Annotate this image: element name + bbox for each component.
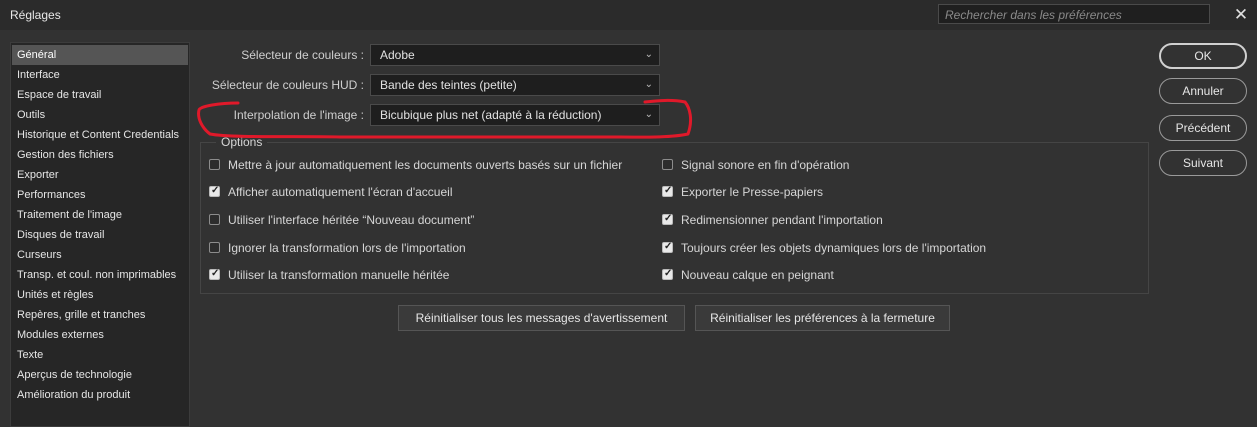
sidebar-item-scratch-disks[interactable]: Disques de travail	[12, 225, 188, 245]
hud-color-picker-value: Bande des teintes (petite)	[380, 78, 517, 92]
checkbox[interactable]: ✓	[662, 213, 673, 225]
sidebar-item-file-handling[interactable]: Gestion des fichiers	[12, 145, 188, 165]
sidebar-item-plugins[interactable]: Modules externes	[12, 325, 188, 345]
cancel-button[interactable]: Annuler	[1159, 78, 1247, 104]
options-legend: Options	[216, 135, 268, 149]
sidebar-item-general[interactable]: Général	[12, 45, 188, 65]
reset-warnings-button[interactable]: Réinitialiser tous les messages d'averti…	[398, 305, 685, 331]
check-icon: ✓	[211, 185, 220, 196]
sidebar-item-cursors[interactable]: Curseurs	[12, 245, 188, 265]
check-icon: ✓	[664, 185, 673, 196]
option-label: Exporter le Presse-papiers	[681, 185, 824, 199]
sidebar-item-workspace[interactable]: Espace de travail	[12, 85, 188, 105]
checkbox[interactable]: ✓	[662, 268, 673, 280]
preferences-dialog: Réglages Rechercher dans les préférences…	[0, 0, 1257, 427]
sidebar: Général Interface Espace de travail Outi…	[10, 42, 190, 427]
check-icon: ✓	[664, 268, 673, 279]
next-button[interactable]: Suivant	[1159, 150, 1247, 176]
search-input[interactable]: Rechercher dans les préférences	[938, 4, 1210, 24]
interpolation-select[interactable]: Bicubique plus net (adapté à la réductio…	[370, 104, 660, 126]
option-label: Nouveau calque en peignant	[681, 268, 834, 282]
sidebar-item-type[interactable]: Texte	[12, 345, 188, 365]
ok-button[interactable]: OK	[1159, 43, 1247, 69]
chevron-down-icon: ⌄	[644, 79, 653, 90]
sidebar-item-tech-previews[interactable]: Aperçus de technologie	[12, 365, 188, 385]
checkbox[interactable]: ✓	[209, 268, 220, 280]
sidebar-item-export[interactable]: Exporter	[12, 165, 188, 185]
check-icon: ✓	[664, 213, 673, 224]
sidebar-item-units[interactable]: Unités et règles	[12, 285, 188, 305]
chevron-down-icon: ⌄	[644, 109, 653, 120]
sidebar-item-transparency[interactable]: Transp. et coul. non imprimables	[12, 265, 188, 285]
color-picker-label: Sélecteur de couleurs :	[241, 48, 364, 62]
sidebar-item-history[interactable]: Historique et Content Credentials	[12, 125, 188, 145]
checkbox[interactable]: ✓	[209, 185, 220, 197]
sidebar-item-interface[interactable]: Interface	[12, 65, 188, 85]
checkbox[interactable]	[209, 159, 220, 170]
interpolation-value: Bicubique plus net (adapté à la réductio…	[380, 108, 602, 122]
previous-button[interactable]: Précédent	[1159, 115, 1247, 141]
close-icon[interactable]: ✕	[1231, 4, 1251, 26]
color-picker-select[interactable]: Adobe ⌄	[370, 44, 660, 66]
option-label: Redimensionner pendant l'importation	[681, 213, 883, 227]
option-label: Signal sonore en fin d'opération	[681, 158, 850, 172]
hud-color-picker-label: Sélecteur de couleurs HUD :	[211, 78, 364, 92]
checkbox[interactable]: ✓	[662, 241, 673, 253]
sidebar-item-product-improvement[interactable]: Amélioration du produit	[12, 385, 188, 405]
checkbox[interactable]: ✓	[662, 185, 673, 197]
window-title: Réglages	[10, 8, 61, 22]
option-label: Afficher automatiquement l'écran d'accue…	[228, 185, 453, 199]
checkbox[interactable]	[209, 242, 220, 253]
option-label: Utiliser la transformation manuelle héri…	[228, 268, 450, 282]
reset-prefs-button[interactable]: Réinitialiser les préférences à la ferme…	[695, 305, 950, 331]
check-icon: ✓	[211, 268, 220, 279]
sidebar-item-image-processing[interactable]: Traitement de l'image	[12, 205, 188, 225]
chevron-down-icon: ⌄	[644, 49, 653, 60]
option-label: Utiliser l'interface héritée “Nouveau do…	[228, 213, 475, 227]
checkbox[interactable]	[209, 214, 220, 225]
checkbox[interactable]	[662, 159, 673, 170]
color-picker-value: Adobe	[380, 48, 415, 62]
sidebar-item-guides[interactable]: Repères, grille et tranches	[12, 305, 188, 325]
check-icon: ✓	[664, 241, 673, 252]
sidebar-item-tools[interactable]: Outils	[12, 105, 188, 125]
option-label: Mettre à jour automatiquement les docume…	[228, 158, 623, 172]
option-label: Ignorer la transformation lors de l'impo…	[228, 241, 466, 255]
title-bar: Réglages Rechercher dans les préférences…	[0, 0, 1257, 30]
sidebar-item-performance[interactable]: Performances	[12, 185, 188, 205]
interpolation-label: Interpolation de l'image :	[233, 108, 364, 122]
hud-color-picker-select[interactable]: Bande des teintes (petite) ⌄	[370, 74, 660, 96]
option-label: Toujours créer les objets dynamiques lor…	[681, 241, 987, 255]
